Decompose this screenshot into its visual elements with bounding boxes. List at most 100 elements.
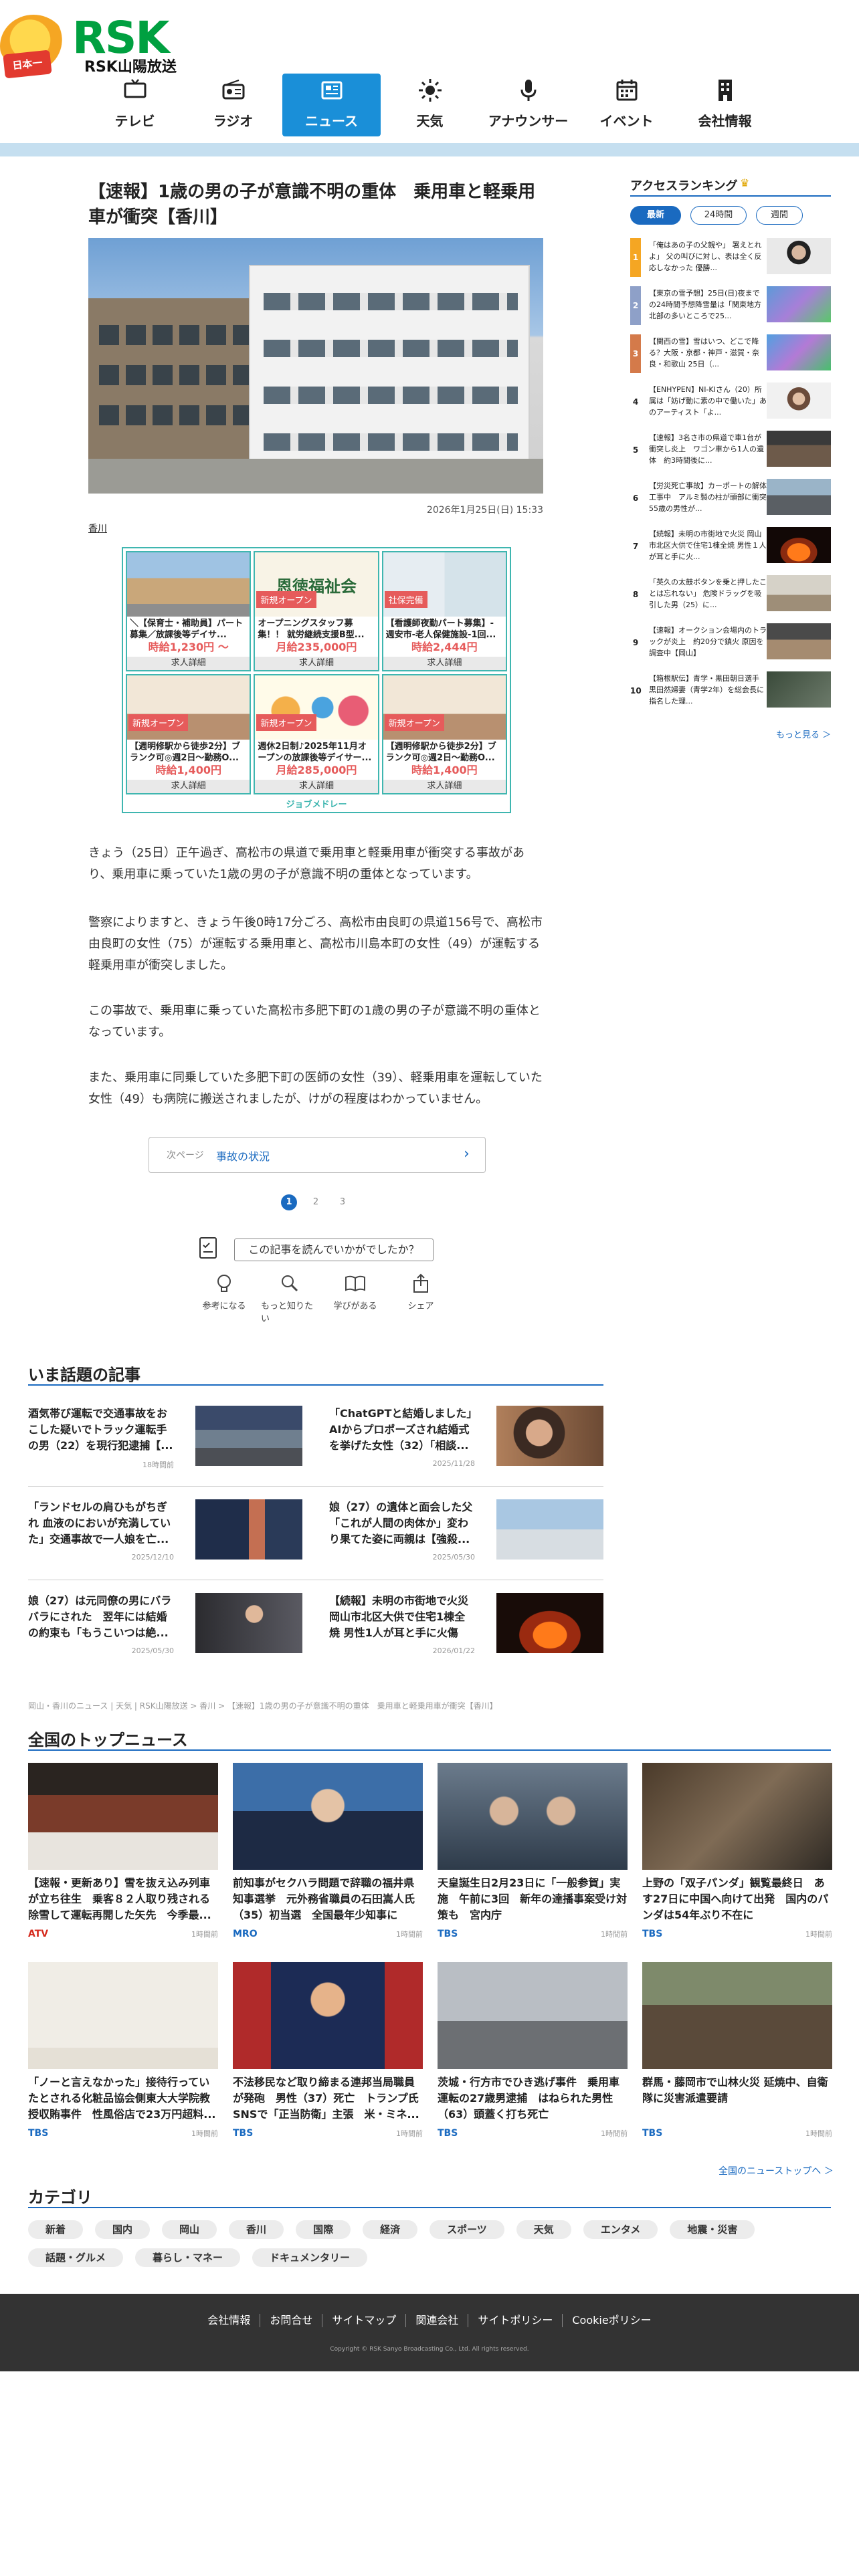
topnews-card[interactable]: 群馬・藤岡市で山林火災 延焼中、自衛隊に災害派遣要請 TBS 1時間前 [642,1962,832,2156]
hero-ground [88,459,543,494]
category-chip[interactable]: 経済 [363,2220,418,2239]
ranking-item[interactable]: 5 【速報】3名さ市の県道で車1台が衝突し炎上 ワゴン車から1人の遺体 約3時間… [630,431,831,469]
reaction-want-more[interactable]: もっと知りたい [261,1272,318,1324]
ranking-item[interactable]: 9 【速報】オークション会場内のトラックが炎上 約20分で鎮火 原因を調査中【岡… [630,623,831,662]
nav-announcer[interactable]: アナウンサー [479,74,577,136]
reaction-share[interactable]: シェア [392,1272,450,1324]
category-chip[interactable]: 国際 [296,2220,351,2239]
main-nav: テレビ ラジオ ニュース 天気 アナウンサー イベント 会社情報 [86,74,775,136]
category-chip[interactable]: 岡山 [162,2220,217,2239]
topnews-source: ATV [28,1929,49,1939]
topnews-card[interactable]: 前知事がセクハラ問題で辞職の福井県知事選挙 元外務省職員の石田嵩人氏（35）初当… [233,1763,423,1957]
nav-label: ラジオ [213,113,254,129]
topnews-card[interactable]: 茨城・行方市でひき逃げ事件 乗用車運転の27歳男逮捕 はねられた男性（63）頭蓋… [438,1962,628,2156]
rank-number: 7 [632,542,639,551]
ad-detail-button[interactable]: 求人詳細 [127,657,250,670]
job-ad-grid: ＼【保育士・補助員】パート募集／放課後等デイサ... 時給1,230円 〜 求人… [126,551,507,794]
topnews-card[interactable]: 不法移民など取り締まる連邦当局職員が発砲 男性（37）死亡 トランプ氏SNSで「… [233,1962,423,2156]
lightbulb-icon [217,1275,231,1292]
ad-detail-button[interactable]: 求人詳細 [383,780,506,793]
ranking-item[interactable]: 2 【東京の雪予想】25日(日)夜までの24時間予想降雪量は「関東地方北部の多い… [630,286,831,325]
footer-link[interactable]: サイトポリシー [468,2314,562,2327]
category-chip[interactable]: ドキュメンタリー [252,2248,368,2267]
page-3[interactable]: 3 [335,1194,351,1210]
ranking-item[interactable]: 1 「俺はあの子の父親や」 署えとれよ」 父の叫びに対し、表は全く反応しなかった… [630,238,831,277]
job-ad-card[interactable]: 新規オープン 【週明修駅から徒歩2分】ブランク可◎週2日〜勤務O... 時給1,… [381,674,507,794]
rank-thumbnail [767,671,831,708]
trending-item[interactable]: 「ChatGPTと結婚しました」AIからプロポーズされ結婚式を挙げた女性（32）… [329,1406,610,1486]
rank-text: 【東京の雪予想】25日(日)夜までの24時間予想降雪量は「関東地方北部の多いとこ… [649,289,761,320]
article-date: 2026年1月25日(日) 15:33 [426,505,543,516]
nav-label: テレビ [114,113,155,129]
hero-building-left [88,298,262,472]
ad-badge: 新規オープン [256,714,316,731]
nav-company[interactable]: 会社情報 [676,74,774,136]
next-page-button[interactable]: 次ページ 事故の状況 › [149,1137,486,1173]
nav-news[interactable]: ニュース [282,74,381,136]
ranking-item[interactable]: 4 【ENHYPEN】NI-KIさん（20）所属は「妨げ動に素の中で働いた」あの… [630,383,831,421]
trending-item[interactable]: 「ランドセルの肩ひもがちぎれ 血液のにおいが充満していた」交通事故で一人娘を亡.… [28,1499,309,1580]
job-ad-card[interactable]: 新規オープン 週休2日制♪2025年11月オープンの放課後等デイサー... 月給… [254,674,379,794]
footer-link[interactable]: お問合せ [260,2314,322,2327]
rank-text: 「英久の太鼓ボタンを乗と押したことは忘れない」 危険ドラッグを吸引した男（25）… [649,578,767,609]
footer-link[interactable]: 関連会社 [405,2314,468,2327]
ranking-item[interactable]: 6 【労災死亡事故】カーポートの解体工事中 アルミ製の柱が頭部に衝突 55歳の男… [630,479,831,518]
ad-detail-button[interactable]: 求人詳細 [255,657,378,670]
job-ad-card[interactable]: 社保完備 【看護師夜勤パート募集】- 週安市-老人保健施設-1回... 時給2,… [381,551,507,671]
topnews-card[interactable]: 【速報・更新あり】雪を抜え込み列車が立ち往生 乗客８２人取り残される 除雪して運… [28,1763,218,1957]
trending-item[interactable]: 娘（27）は元同僚の男にバラバラにされた 翌年には結婚の約束も「もうこいつは絶.… [28,1593,309,1673]
category-chip[interactable]: 話題・グルメ [28,2248,124,2267]
nav-event[interactable]: イベント [577,74,676,136]
topnews-card[interactable]: 天皇誕生日2月23日に「一般参賀」実施 午前に3回 新年の達播事案受け対策も 宮… [438,1763,628,1957]
ranking-tab-latest[interactable]: 最新 [630,206,681,225]
footer-link[interactable]: サイトマップ [322,2314,405,2327]
ad-detail-button[interactable]: 求人詳細 [127,780,250,793]
job-ad-card[interactable]: 恩徳福祉会 新規オープン オープニングスタッフ募集！！ 就労継続支援B型... … [254,551,379,671]
ad-provider[interactable]: ジョブメドレー [123,797,510,811]
category-chip[interactable]: 香川 [229,2220,284,2239]
feedback-prompt[interactable]: この記事を読んでいかがでしたか？ [234,1239,434,1261]
ranking-item[interactable]: 8 「英久の太鼓ボタンを乗と押したことは忘れない」 危険ドラッグを吸引した男（2… [630,575,831,614]
reaction-learned[interactable]: 学びがある [326,1272,384,1324]
rank-text: 「俺はあの子の父親や」 署えとれよ」 父の叫びに対し、表は全く反応しなかった 優… [649,241,762,272]
ranking-item[interactable]: 7 【続報】未明の市街地で火災 岡山市北区大供で住宅1棟全焼 男性１人が耳と手に… [630,527,831,566]
rank-number: 5 [632,445,639,455]
footer-link[interactable]: Cookieポリシー [562,2314,660,2327]
category-chip[interactable]: エンタメ [583,2220,658,2239]
ranking-tab-24h[interactable]: 24時間 [690,206,747,225]
topnews-card[interactable]: 「ノーと言えなかった」接待行っていたとされる化粧品協会側東大大学院教授収賄事件 … [28,1962,218,2156]
nav-tv[interactable]: テレビ [86,74,184,136]
category-chip[interactable]: 国内 [95,2220,151,2239]
trending-item[interactable]: 【続報】未明の市街地で火災 岡山市北区大供で住宅1棟全焼 男性1人が耳と手に火傷… [329,1593,610,1673]
category-chip[interactable]: 天気 [516,2220,571,2239]
ranking-item[interactable]: 10 【箱根駅伝】青学・黒田朝日選手 黒田然婦妻（青学2年）を総会長に指名した理… [630,671,831,710]
trending-item[interactable]: 娘（27）の遺体と面会した父「これが人間の肉体か」変わり果てた姿に両親は【強殺.… [329,1499,610,1580]
ranking-tab-weekly[interactable]: 週間 [756,206,803,225]
trending-divider [28,1486,603,1487]
job-ad-card[interactable]: 新規オープン 【週明修駅から徒歩2分】ブランク可◎週2日〜勤務O... 時給1,… [126,674,252,794]
reaction-helpful[interactable]: 参考になる [195,1272,253,1324]
ranking-more-link[interactable]: もっと見る ＞ [776,728,831,740]
topnews-time: 1時間前 [191,2129,218,2138]
article-paragraph: また、乗用車に同乗していた多肥下町の医師の女性（39）、軽乗用車を運転していた女… [88,1071,543,1106]
topnews-source: MRO [233,1929,258,1939]
category-chip[interactable]: 地震・災害 [670,2220,755,2239]
article-tag-link[interactable]: 香川 [88,522,107,535]
page-2[interactable]: 2 [308,1194,324,1210]
ad-detail-button[interactable]: 求人詳細 [255,780,378,793]
category-chip[interactable]: 新着 [28,2220,84,2239]
category-chip[interactable]: スポーツ [430,2220,504,2239]
category-chip[interactable]: 暮らし・マネー [135,2248,241,2267]
site-logo[interactable]: 日本一 RSK RSK山陽放送 [0,5,187,79]
page-1[interactable]: 1 [281,1194,297,1210]
footer-link[interactable]: 会社情報 [198,2314,260,2327]
trending-item[interactable]: 酒気帯び運転で交通事故をおこした疑いでトラック運転手の男（22）を現行犯逮捕【.… [28,1406,309,1486]
topnews-more-link[interactable]: 全国のニューストップへ ＞ [719,2164,834,2177]
nav-radio[interactable]: ラジオ [184,74,282,136]
job-ad-card[interactable]: ＼【保育士・補助員】パート募集／放課後等デイサ... 時給1,230円 〜 求人… [126,551,252,671]
breadcrumb[interactable]: 岡山・香川のニュース | 天気 | RSK山陽放送 > 香川 > 【速報】1歳の… [28,1700,498,1711]
ranking-item[interactable]: 3 【関西の雪】雪はいつ、どこで降る？大阪・京都・神戸・滋賀・奈良・和歌山 25… [630,334,831,373]
topnews-card[interactable]: 上野の「双子パンダ」観覧最終日 あす27日に中国へ向けて出発 国内のパンダは54… [642,1763,832,1957]
ad-detail-button[interactable]: 求人詳細 [383,657,506,670]
nav-weather[interactable]: 天気 [381,74,479,136]
